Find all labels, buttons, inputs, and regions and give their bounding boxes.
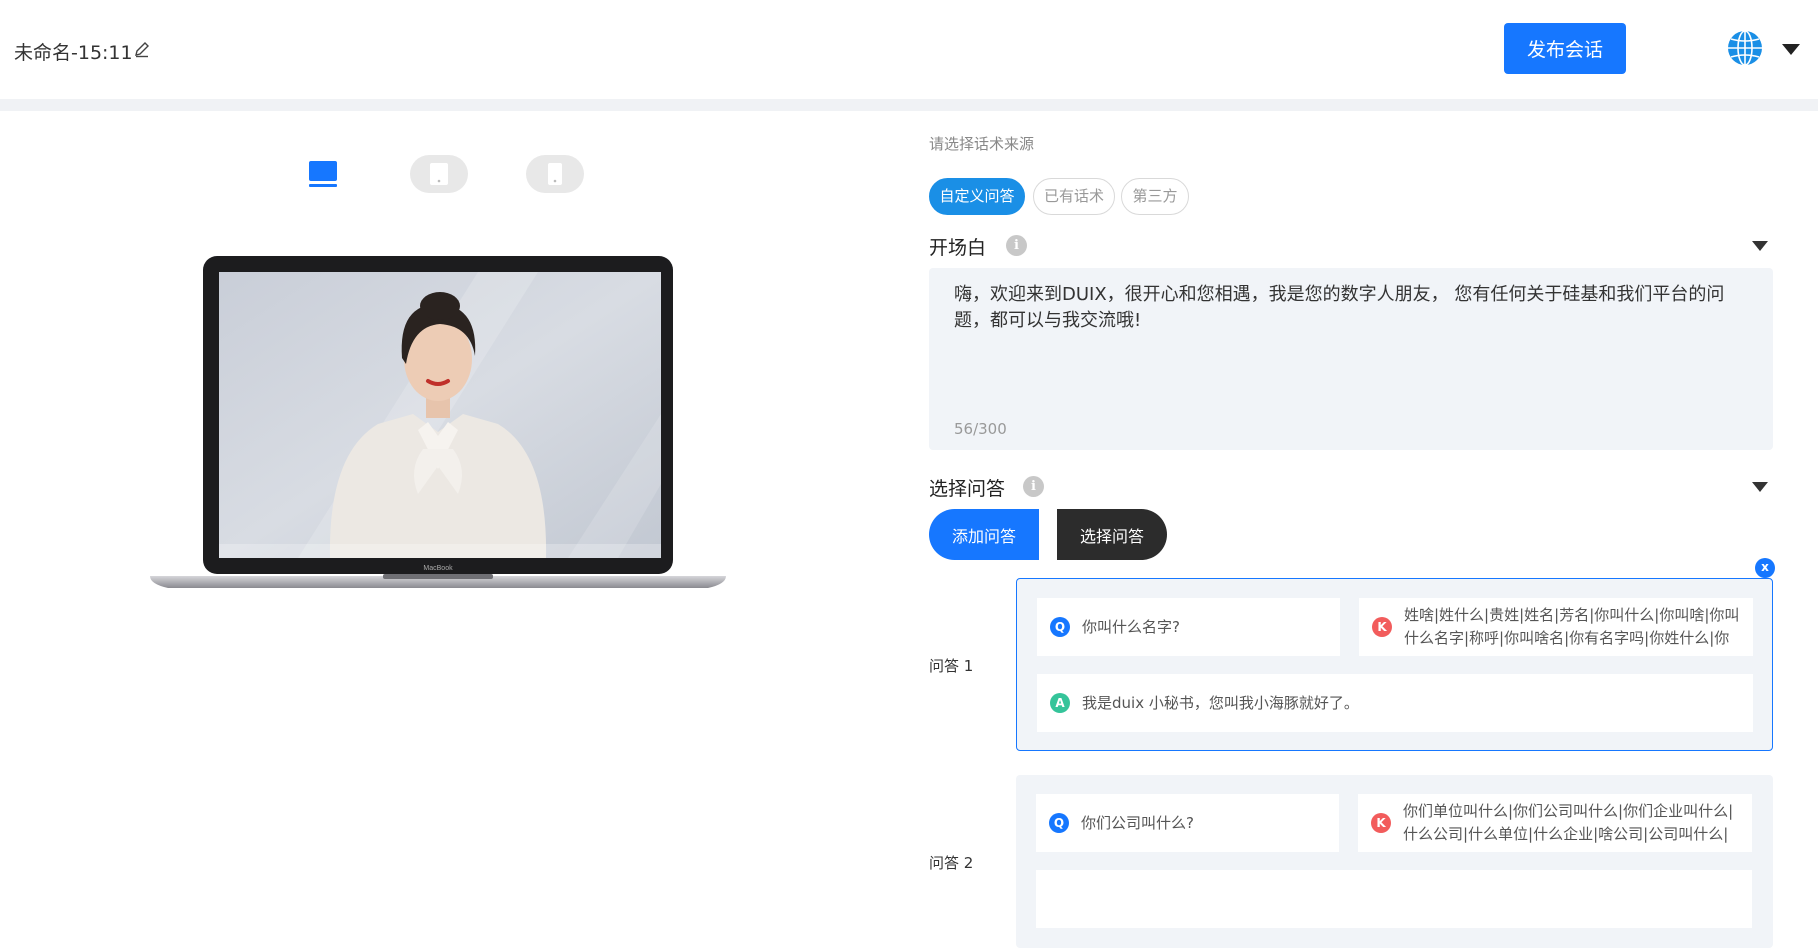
- qa-item-label: 问答 2: [929, 854, 974, 872]
- keywords-field[interactable]: K 你们单位叫什么|你们公司叫什么|你们企业叫什么|什么公司|什么单位|什么企业…: [1358, 794, 1752, 852]
- answer-badge: A: [1050, 693, 1070, 713]
- device-tablet-button[interactable]: [410, 155, 468, 193]
- keyword-badge: K: [1371, 813, 1391, 833]
- device-desktop-button[interactable]: [294, 155, 352, 193]
- info-icon[interactable]: i: [1006, 235, 1027, 256]
- character-count: 56/300: [954, 420, 1007, 438]
- answer-text[interactable]: 我是duix 小秘书，您叫我小海豚就好了。: [1082, 692, 1359, 713]
- phone-icon: [548, 163, 562, 185]
- collapse-qa-icon[interactable]: [1752, 482, 1768, 492]
- device-phone-button[interactable]: [526, 155, 584, 193]
- tab-custom-qa[interactable]: 自定义问答: [929, 178, 1025, 215]
- source-label: 请选择话术来源: [929, 135, 1035, 153]
- answer-field[interactable]: [1036, 870, 1752, 928]
- opening-text[interactable]: 嗨，欢迎来到DUIX，很开心和您相遇，我是您的数字人朋友， 您有任何关于硅基和我…: [954, 282, 1754, 334]
- opening-textarea[interactable]: 嗨，欢迎来到DUIX，很开心和您相遇，我是您的数字人朋友， 您有任何关于硅基和我…: [929, 268, 1773, 450]
- add-qa-button[interactable]: 添加问答: [929, 509, 1039, 560]
- remove-qa-icon[interactable]: x: [1755, 558, 1775, 578]
- info-icon[interactable]: i: [1023, 476, 1044, 497]
- keywords-text[interactable]: 你们单位叫什么|你们公司叫什么|你们企业叫什么|什么公司|什么单位|什么企业|啥…: [1403, 800, 1743, 846]
- qa-card[interactable]: Q 你们公司叫什么? K 你们单位叫什么|你们公司叫什么|你们企业叫什么|什么公…: [1016, 775, 1773, 948]
- globe-icon[interactable]: [1726, 29, 1764, 67]
- header-divider: [0, 99, 1818, 111]
- keyword-badge: K: [1372, 617, 1392, 637]
- publish-session-button[interactable]: 发布会话: [1504, 23, 1626, 74]
- qa-item-label: 问答 1: [929, 657, 974, 675]
- monitor-icon: [309, 161, 337, 187]
- tablet-icon: [430, 163, 448, 185]
- opening-title: 开场白: [929, 237, 987, 259]
- keywords-text[interactable]: 姓啥|姓什么|贵姓|姓名|芳名|你叫什么|你叫啥|你叫什么名字|称呼|你叫啥名|…: [1404, 604, 1744, 650]
- pencil-icon[interactable]: [133, 40, 151, 58]
- select-qa-button[interactable]: 选择问答: [1057, 509, 1167, 560]
- tab-third-party[interactable]: 第三方: [1121, 178, 1189, 215]
- question-field[interactable]: Q 你们公司叫什么?: [1036, 794, 1339, 852]
- answer-field[interactable]: A 我是duix 小秘书，您叫我小海豚就好了。: [1037, 674, 1753, 732]
- question-text[interactable]: 你叫什么名字?: [1082, 616, 1180, 637]
- laptop-brand: MacBook: [423, 565, 453, 572]
- document-title: 未命名-15:11: [14, 42, 133, 64]
- laptop-preview: MacBook: [150, 256, 726, 588]
- question-badge: Q: [1050, 617, 1070, 637]
- top-bar: 未命名-15:11 发布会话: [0, 0, 1818, 99]
- question-text[interactable]: 你们公司叫什么?: [1081, 812, 1194, 833]
- qa-card[interactable]: Q 你叫什么名字? K 姓啥|姓什么|贵姓|姓名|芳名|你叫什么|你叫啥|你叫什…: [1016, 578, 1773, 751]
- tab-existing-script[interactable]: 已有话术: [1033, 178, 1115, 215]
- keywords-field[interactable]: K 姓啥|姓什么|贵姓|姓名|芳名|你叫什么|你叫啥|你叫什么名字|称呼|你叫啥…: [1359, 598, 1753, 656]
- question-badge: Q: [1049, 813, 1069, 833]
- qa-section-title: 选择问答: [929, 478, 1006, 500]
- caret-down-icon[interactable]: [1782, 44, 1800, 55]
- question-field[interactable]: Q 你叫什么名字?: [1037, 598, 1340, 656]
- collapse-opening-icon[interactable]: [1752, 241, 1768, 251]
